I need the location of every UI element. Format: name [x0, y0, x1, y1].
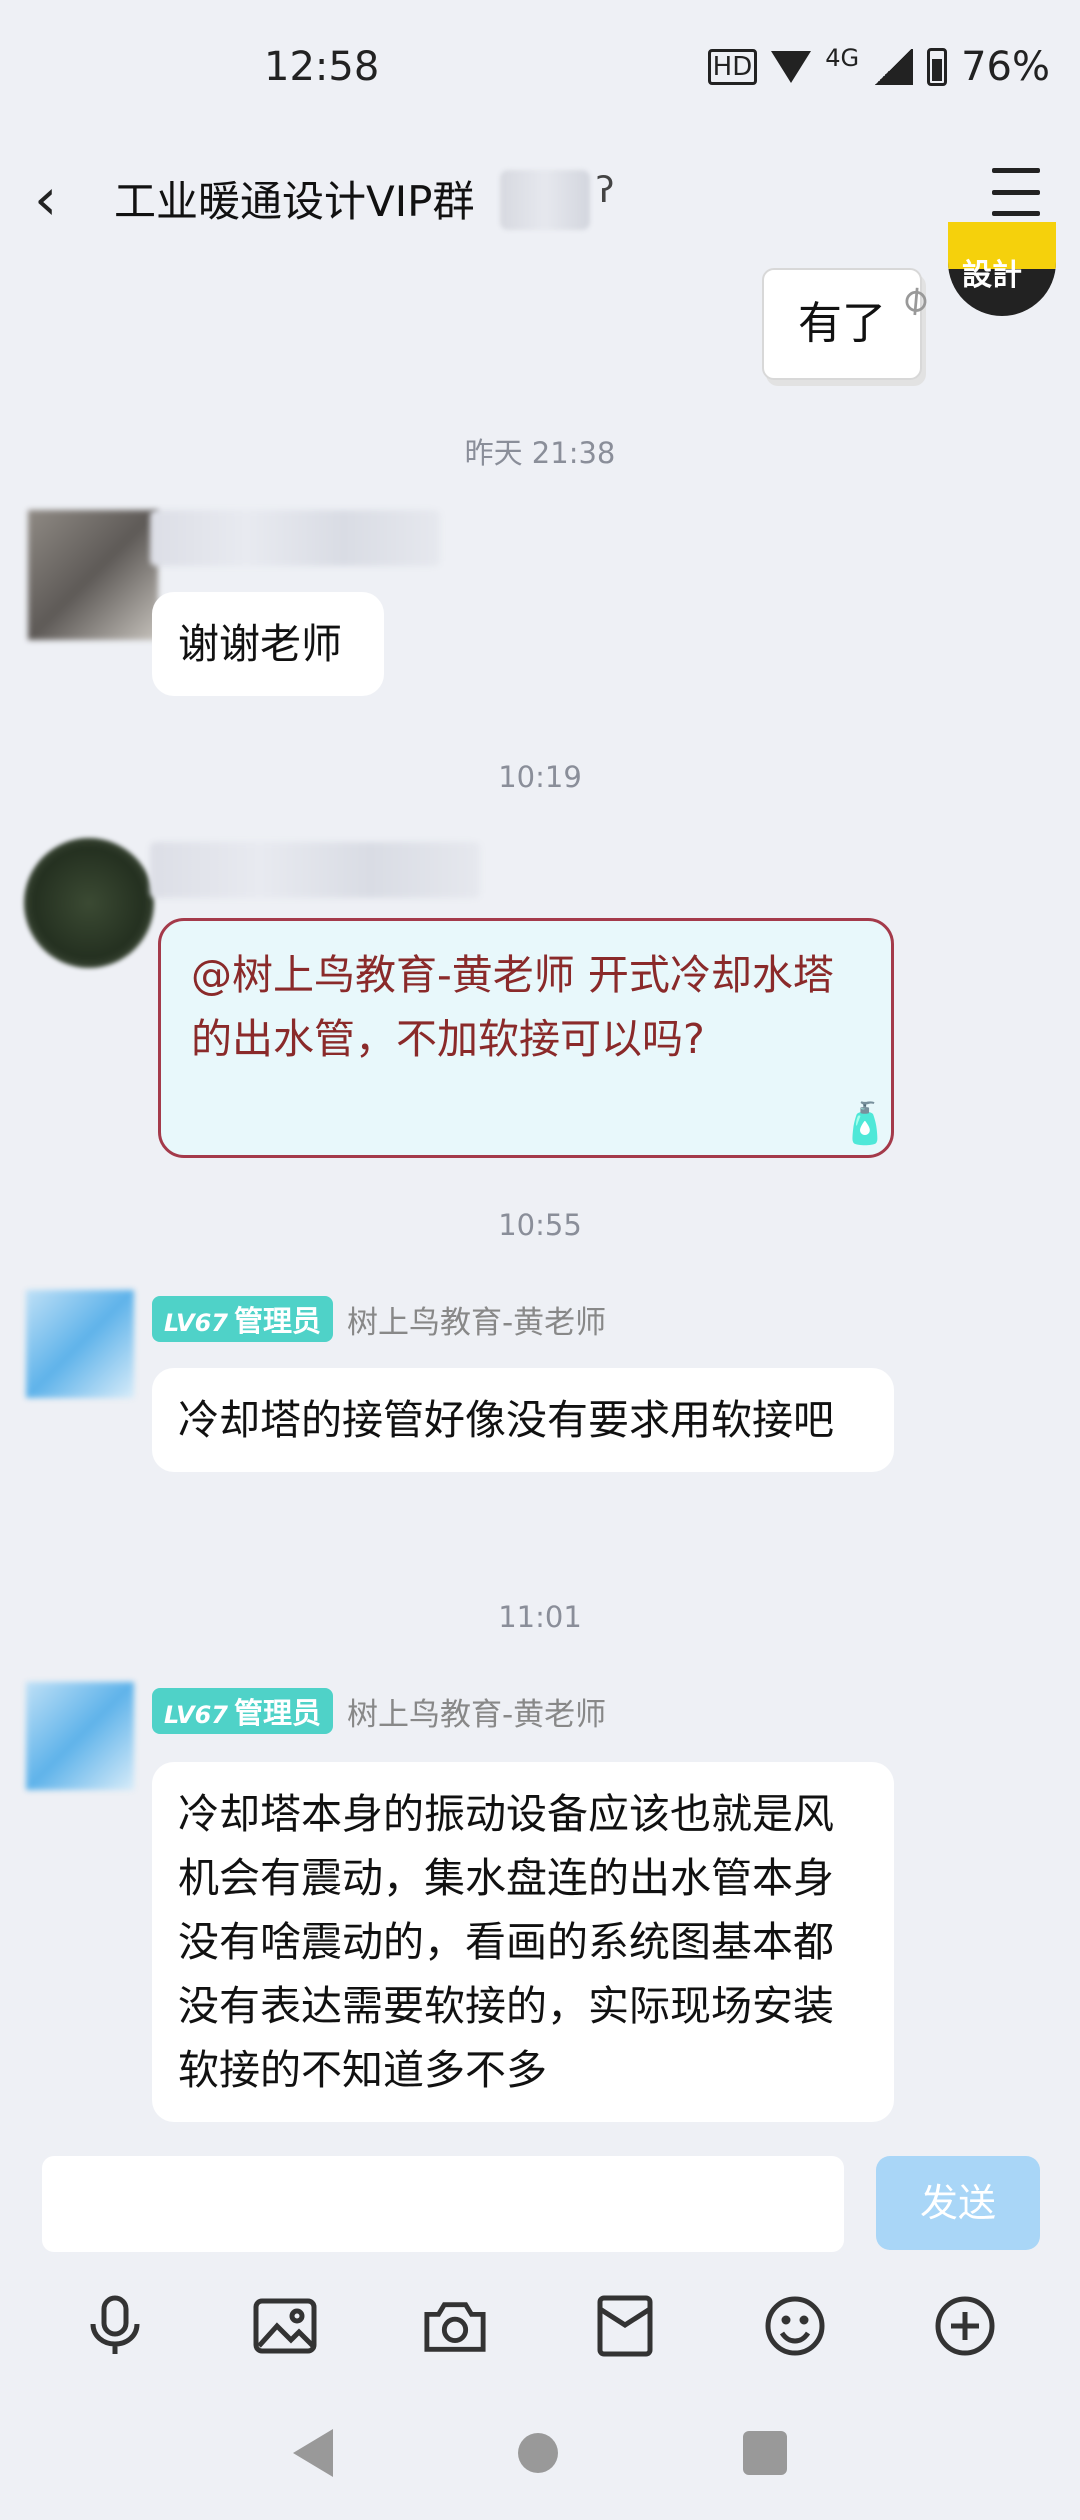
emoji-icon[interactable] — [763, 2294, 827, 2358]
timestamp: 昨天 21:38 — [464, 436, 616, 470]
badge-role: 管理员 — [233, 1696, 321, 1730]
red-packet-icon[interactable] — [593, 2294, 657, 2358]
timestamp: 10:55 — [498, 1208, 582, 1242]
nav-recents-icon[interactable] — [743, 2431, 788, 2475]
avatar[interactable] — [24, 838, 154, 968]
message-text: 冷却塔本身的振动设备应该也就是风机会有震动，集水盘连的出水管本身没有啥震动的，看… — [178, 1790, 834, 2094]
message-text: 冷却塔的接管好像没有要求用软接吧 — [178, 1396, 834, 1444]
avatar[interactable] — [28, 510, 158, 640]
title-blur — [500, 170, 590, 230]
self-avatar[interactable]: 設計 — [948, 222, 1056, 316]
hd-icon: HD — [707, 49, 758, 85]
message-bubble[interactable]: 谢谢老师 — [152, 592, 384, 696]
sender-row: LV67 管理员 树上鸟教育-黄老师 — [152, 1688, 606, 1734]
timestamp: 10:19 — [498, 760, 582, 794]
message-bubble[interactable]: 冷却塔本身的振动设备应该也就是风机会有震动，集水盘连的出水管本身没有啥震动的，看… — [152, 1762, 894, 2122]
message-bubble[interactable]: 冷却塔的接管好像没有要求用软接吧 — [152, 1368, 894, 1472]
send-button[interactable]: 发送 — [876, 2156, 1040, 2250]
back-icon[interactable]: ‹ — [34, 164, 90, 234]
signal-icon — [873, 49, 914, 85]
ear-icon[interactable]: ʔ — [596, 170, 614, 211]
badge-level: LV67 — [164, 1309, 228, 1337]
menu-icon[interactable] — [992, 168, 1040, 216]
timestamp: 11:01 — [498, 1600, 582, 1634]
add-icon[interactable] — [933, 2294, 997, 2358]
nav-back-icon[interactable] — [292, 2429, 333, 2477]
level-badge: LV67 管理员 — [152, 1296, 333, 1342]
wifi-icon — [771, 51, 812, 83]
battery-level: 76% — [961, 44, 1050, 90]
nav-home-icon[interactable] — [517, 2433, 558, 2473]
avatar[interactable] — [26, 1682, 134, 1790]
camera-icon[interactable] — [423, 2294, 487, 2358]
input-toolbar — [0, 2266, 1080, 2386]
message-text: 有了 — [798, 298, 886, 349]
image-icon[interactable] — [253, 2294, 317, 2358]
sender-name: 树上鸟教育-黄老师 — [346, 1696, 607, 1733]
system-nav-bar — [0, 2386, 1080, 2520]
message-input[interactable] — [42, 2156, 844, 2252]
chat-header: ‹ 工业暖通设计VIP群 ʔ — [0, 140, 1080, 260]
status-time: 12:58 — [264, 44, 380, 90]
special-message-bubble[interactable]: @树上鸟教育-黄老师 开式冷却水塔的出水管，不加软接可以吗? — [158, 918, 894, 1158]
input-bar: 发送 — [0, 2140, 1080, 2266]
badge-role: 管理员 — [233, 1304, 321, 1338]
avatar[interactable] — [26, 1290, 134, 1398]
microphone-icon[interactable] — [83, 2294, 147, 2358]
sticker-text: 設計 — [962, 258, 1022, 293]
group-title: 工业暖通设计VIP群 — [114, 177, 475, 226]
badge-level: LV67 — [164, 1701, 228, 1729]
sender-row: LV67 管理员 树上鸟教育-黄老师 — [152, 1296, 606, 1342]
status-icons: HD 4G 76% — [707, 44, 1050, 90]
message-text: @树上鸟教育-黄老师 开式冷却水塔的出水管，不加软接可以吗? — [191, 951, 834, 1063]
level-badge: LV67 管理员 — [152, 1688, 333, 1734]
status-bar: 12:58 HD 4G 76% — [0, 0, 1080, 140]
decor-icon: 🧴 — [840, 1101, 890, 1147]
network-label: 4G — [825, 44, 860, 72]
battery-icon — [927, 48, 948, 86]
sender-name-blurred — [150, 842, 480, 898]
sender-name: 树上鸟教育-黄老师 — [346, 1304, 607, 1341]
message-text: 谢谢老师 — [178, 620, 342, 668]
sender-name-blurred — [150, 510, 440, 566]
